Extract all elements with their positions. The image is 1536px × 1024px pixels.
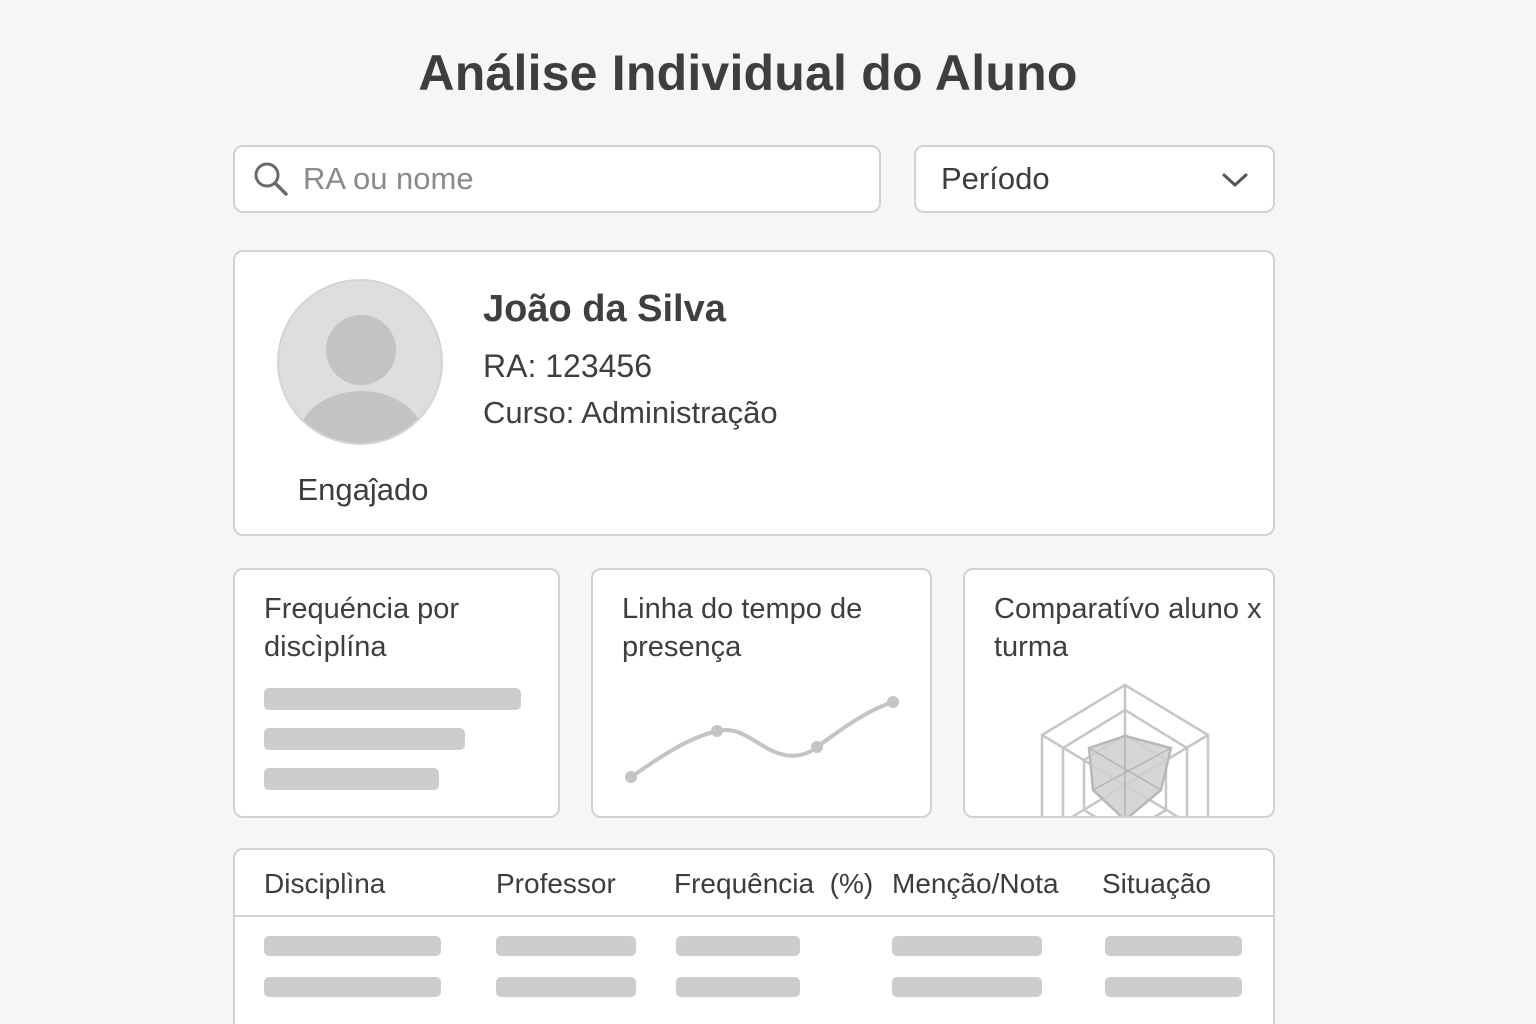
chart-point bbox=[811, 741, 823, 753]
table-header-divider bbox=[235, 915, 1273, 917]
student-vs-class-card[interactable]: Comparatívo aluno x turma bbox=[963, 568, 1275, 818]
search-icon bbox=[251, 159, 291, 199]
placeholder-bar bbox=[264, 688, 521, 710]
attendance-by-subject-card[interactable]: Frequéncia por discìplína bbox=[233, 568, 560, 818]
attendance-timeline-card[interactable]: Linha do tempo de presença bbox=[591, 568, 932, 818]
column-header-grade[interactable]: Menção/Nota bbox=[892, 868, 1059, 900]
placeholder-bar bbox=[264, 728, 465, 750]
chevron-down-icon bbox=[1221, 161, 1249, 197]
engagement-status: Engaĵado bbox=[297, 472, 429, 507]
card-title: Frequéncia por discìplína bbox=[264, 593, 460, 663]
chart-point bbox=[887, 696, 899, 708]
student-course: Curso: Administração bbox=[483, 395, 778, 430]
period-select-label: Período bbox=[941, 161, 1050, 196]
avatar bbox=[277, 279, 443, 445]
search-input[interactable] bbox=[303, 161, 879, 197]
column-header-status[interactable]: Situação bbox=[1102, 868, 1211, 900]
search-box[interactable] bbox=[233, 145, 881, 213]
student-ra: RA: 123456 bbox=[483, 348, 653, 384]
student-name: João da Silva bbox=[483, 288, 726, 330]
chart-point bbox=[711, 725, 723, 737]
radar-chart-thumbnail bbox=[1040, 683, 1210, 816]
line-chart-thumbnail bbox=[625, 696, 899, 783]
page-title: Análise Individual do Aluno bbox=[418, 45, 1078, 101]
column-header-frequency[interactable]: Frequência (%) bbox=[674, 868, 873, 900]
student-profile-card: Engaĵado João da Silva RA: 123456 Curso:… bbox=[233, 250, 1275, 536]
subjects-table: Disciplìna Professor Frequência (%) Menç… bbox=[233, 848, 1275, 1024]
chart-point bbox=[625, 771, 637, 783]
period-select[interactable]: Período bbox=[914, 145, 1275, 213]
placeholder-bar bbox=[264, 768, 439, 790]
column-header-professor[interactable]: Professor bbox=[496, 868, 616, 900]
column-header-discipline[interactable]: Disciplìna bbox=[264, 868, 385, 900]
